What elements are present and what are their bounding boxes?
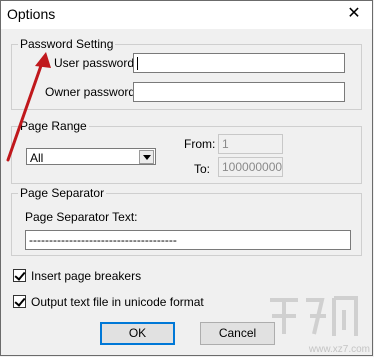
page-separator-text-label: Page Separator Text: (25, 210, 138, 224)
insert-page-breakers-label[interactable]: Insert page breakers (31, 269, 141, 283)
page-separator-text-value: ------------------------------------- (29, 233, 177, 247)
page-separator-label: Page Separator (18, 186, 107, 200)
from-page-field[interactable]: 1 (218, 134, 283, 154)
page-range-label: Page Range (18, 119, 89, 133)
from-page-value: 1 (222, 137, 229, 151)
to-label: To: (194, 162, 211, 176)
page-separator-text-field[interactable]: ------------------------------------- (25, 230, 351, 250)
watermark-logo (270, 296, 358, 336)
checkmark-icon (14, 269, 26, 281)
user-password-field[interactable] (133, 53, 345, 73)
from-label: From: (184, 137, 216, 151)
owner-password-field[interactable] (133, 82, 345, 102)
to-page-field[interactable]: 100000000 (218, 157, 283, 177)
close-icon[interactable]: ✕ (344, 4, 364, 24)
title-bar: Options ✕ (1, 1, 372, 29)
insert-page-breakers-checkbox[interactable] (13, 269, 26, 282)
unicode-output-checkbox[interactable] (13, 295, 26, 308)
password-setting-label: Password Setting (18, 37, 116, 51)
owner-password-label: Owner password: (45, 85, 139, 99)
checkmark-icon (14, 295, 26, 307)
chevron-down-icon[interactable] (139, 150, 154, 164)
to-page-value: 100000000 (222, 160, 283, 174)
window-title: Options (7, 6, 56, 22)
user-password-label: User password: (54, 56, 138, 70)
page-range-select[interactable]: All (26, 148, 156, 165)
page-range-selected-value: All (30, 151, 44, 165)
unicode-output-label[interactable]: Output text file in unicode format (31, 295, 204, 309)
text-cursor (137, 57, 138, 70)
watermark-text: www.xz7.com (308, 344, 370, 355)
ok-button[interactable]: OK (100, 322, 175, 345)
